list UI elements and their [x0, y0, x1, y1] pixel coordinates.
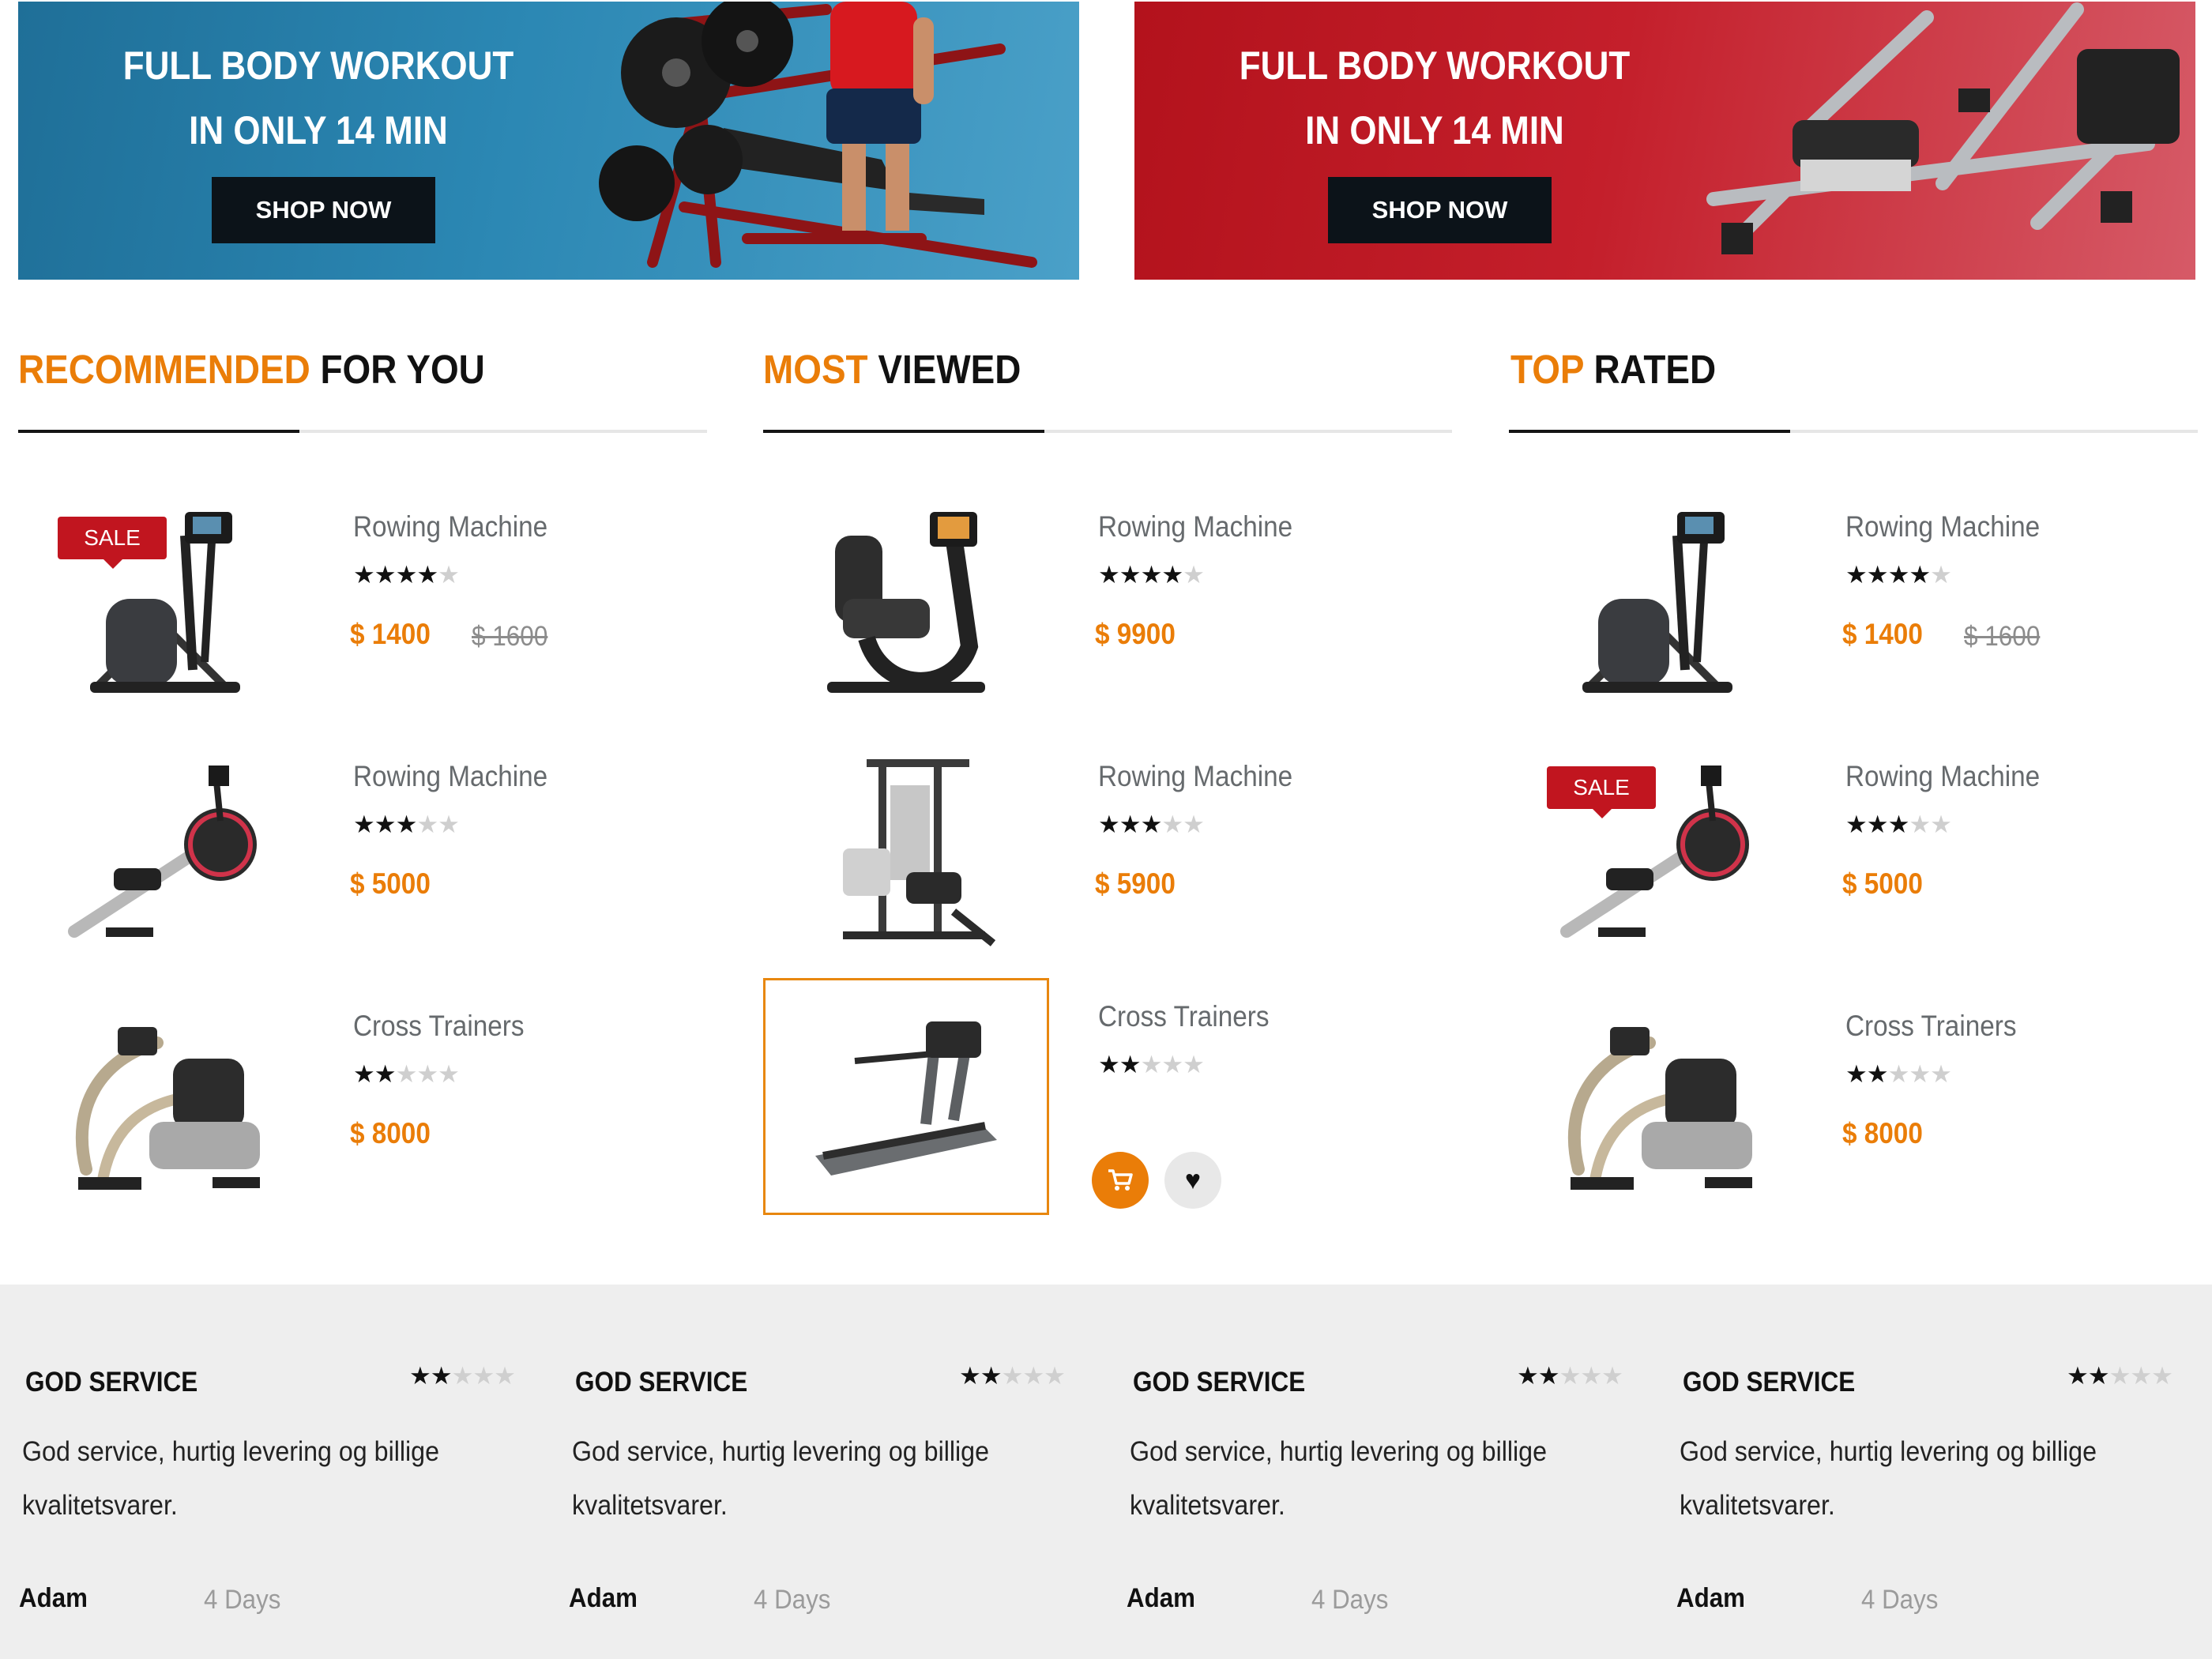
rating-stars: ★★★★★: [1098, 1051, 1205, 1078]
review-time: 4 Days: [1861, 1585, 1939, 1615]
shop-now-button[interactable]: SHOP NOW: [212, 177, 435, 243]
cart-icon: [1108, 1169, 1133, 1191]
product-item[interactable]: Cross Trainers ★★★★★ $ 8000: [1510, 988, 2212, 1224]
review-stars: ★★★★★: [409, 1362, 516, 1390]
review-author: Adam: [569, 1583, 638, 1613]
product-price: $ 9900: [1095, 618, 1176, 650]
review-author: Adam: [1127, 1583, 1195, 1613]
rating-stars: ★★★★★: [1845, 811, 1952, 838]
product-name[interactable]: Rowing Machine: [1098, 510, 1292, 544]
sale-badge: SALE: [1547, 766, 1656, 818]
product-item[interactable]: Cross Trainers ★★★★★ $ 8000: [18, 988, 729, 1224]
heading-top-rated: TOP RATED: [1510, 347, 1717, 392]
sale-badge: SALE: [58, 517, 167, 569]
review-text: God service, hurtig levering og billige …: [572, 1436, 990, 1521]
review-time: 4 Days: [754, 1585, 831, 1615]
rating-stars: ★★★★★: [353, 1060, 460, 1088]
product-thumbnail[interactable]: [763, 738, 1049, 975]
heart-icon: ♥: [1184, 1164, 1202, 1195]
product-thumbnail[interactable]: [763, 488, 1049, 725]
banner-title: FULL BODY WORKOUT IN ONLY 14 MIN: [122, 43, 514, 152]
heading-most-viewed: MOST VIEWED: [763, 347, 1021, 392]
product-price: $ 8000: [350, 1117, 431, 1149]
review-title: GOD SERVICE: [1683, 1367, 1856, 1398]
review-title: GOD SERVICE: [25, 1367, 198, 1398]
review-text: God service, hurtig levering og billige …: [1130, 1436, 1548, 1521]
rower-icon: [68, 766, 257, 938]
shop-now-button[interactable]: SHOP NOW: [1328, 177, 1552, 243]
product-name[interactable]: Rowing Machine: [1098, 760, 1292, 793]
rating-stars: ★★★★★: [1845, 561, 1952, 589]
product-name[interactable]: Rowing Machine: [353, 510, 547, 544]
rating-stars: ★★★★★: [1845, 1060, 1952, 1088]
product-price: $ 5900: [1095, 867, 1176, 900]
review-title: GOD SERVICE: [575, 1367, 748, 1398]
review-card: GOD SERVICE ★★★★★ God service, hurtig le…: [569, 1285, 1090, 1659]
product-item[interactable]: SALE Rowing Machine ★★★★★ $ 1400 $ 1600: [18, 488, 729, 725]
product-name[interactable]: Rowing Machine: [1845, 760, 2040, 793]
product-thumbnail[interactable]: [18, 738, 304, 975]
rating-stars: ★★★★★: [353, 561, 460, 589]
review-text: God service, hurtig levering og billige …: [1680, 1436, 2097, 1521]
review-stars: ★★★★★: [1517, 1362, 1623, 1390]
review-stars: ★★★★★: [2067, 1362, 2173, 1390]
product-price: $ 5000: [350, 867, 431, 900]
review-title: GOD SERVICE: [1133, 1367, 1306, 1398]
review-author: Adam: [19, 1583, 88, 1613]
review-stars: ★★★★★: [959, 1362, 1066, 1390]
product-item[interactable]: Rowing Machine ★★★★★ $ 1400 $ 1600: [1510, 488, 2212, 725]
add-to-cart-button[interactable]: [1092, 1152, 1149, 1209]
review-card: GOD SERVICE ★★★★★ God service, hurtig le…: [19, 1285, 540, 1659]
recumbent-bike-icon: [827, 512, 985, 693]
heading-underline: [18, 430, 707, 433]
rating-stars: ★★★★★: [1098, 811, 1205, 838]
promo-banner-left[interactable]: FULL BODY WORKOUT IN ONLY 14 MIN SHOP NO…: [18, 2, 1079, 280]
product-item[interactable]: Rowing Machine ★★★★★ $ 5000: [18, 738, 729, 975]
product-item[interactable]: Rowing Machine ★★★★★ $ 9900: [763, 488, 1474, 725]
stepper-icon: [1567, 1027, 1752, 1190]
product-price: $ 1400: [350, 618, 431, 650]
review-card: GOD SERVICE ★★★★★ God service, hurtig le…: [1676, 1285, 2198, 1659]
product-name[interactable]: Cross Trainers: [1845, 1010, 2017, 1043]
home-gym-icon: [843, 759, 996, 946]
heading-underline: [1509, 430, 2198, 433]
product-price: $ 1400: [1842, 618, 1923, 650]
review-time: 4 Days: [204, 1585, 281, 1615]
review-author: Adam: [1676, 1583, 1745, 1613]
multi-gym-image-icon: [599, 2, 1037, 268]
rating-stars: ★★★★★: [353, 811, 460, 838]
product-name[interactable]: Rowing Machine: [353, 760, 547, 793]
heading-recommended: RECOMMENDED FOR YOU: [18, 347, 485, 392]
product-name[interactable]: Cross Trainers: [1098, 1000, 1270, 1033]
heading-underline: [763, 430, 1452, 433]
product-thumbnail[interactable]: [18, 988, 304, 1224]
rowing-machine-image-icon: [1706, 2, 2180, 254]
product-name[interactable]: Rowing Machine: [1845, 510, 2040, 544]
review-text: God service, hurtig levering og billige …: [22, 1436, 440, 1521]
banner-title: FULL BODY WORKOUT IN ONLY 14 MIN: [1239, 43, 1631, 152]
product-item[interactable]: SALE Rowing Machine ★★★★★ $ 5000: [1510, 738, 2212, 975]
product-thumbnail[interactable]: [1510, 988, 1796, 1224]
elliptical-icon: [1582, 512, 1732, 693]
product-thumbnail[interactable]: [763, 978, 1049, 1215]
old-price: $ 1600: [1964, 621, 2041, 652]
product-price: $ 8000: [1842, 1117, 1923, 1149]
wishlist-button[interactable]: ♥: [1164, 1152, 1221, 1209]
review-time: 4 Days: [1311, 1585, 1389, 1615]
product-name[interactable]: Cross Trainers: [353, 1010, 525, 1043]
rating-stars: ★★★★★: [1098, 561, 1205, 589]
promo-banner-right[interactable]: FULL BODY WORKOUT IN ONLY 14 MIN SHOP NO…: [1134, 2, 2195, 280]
product-item[interactable]: Rowing Machine ★★★★★ $ 5900: [763, 738, 1474, 975]
review-card: GOD SERVICE ★★★★★ God service, hurtig le…: [1127, 1285, 1648, 1659]
old-price: $ 1600: [472, 621, 548, 652]
reviews-section: GOD SERVICE ★★★★★ God service, hurtig le…: [0, 1285, 2212, 1659]
product-item[interactable]: Cross Trainers ★★★★★ ♥: [763, 978, 1474, 1215]
treadmill-icon: [815, 1021, 997, 1176]
product-thumbnail[interactable]: [1510, 488, 1796, 725]
product-price: $ 5000: [1842, 867, 1923, 900]
stepper-icon: [75, 1027, 260, 1190]
